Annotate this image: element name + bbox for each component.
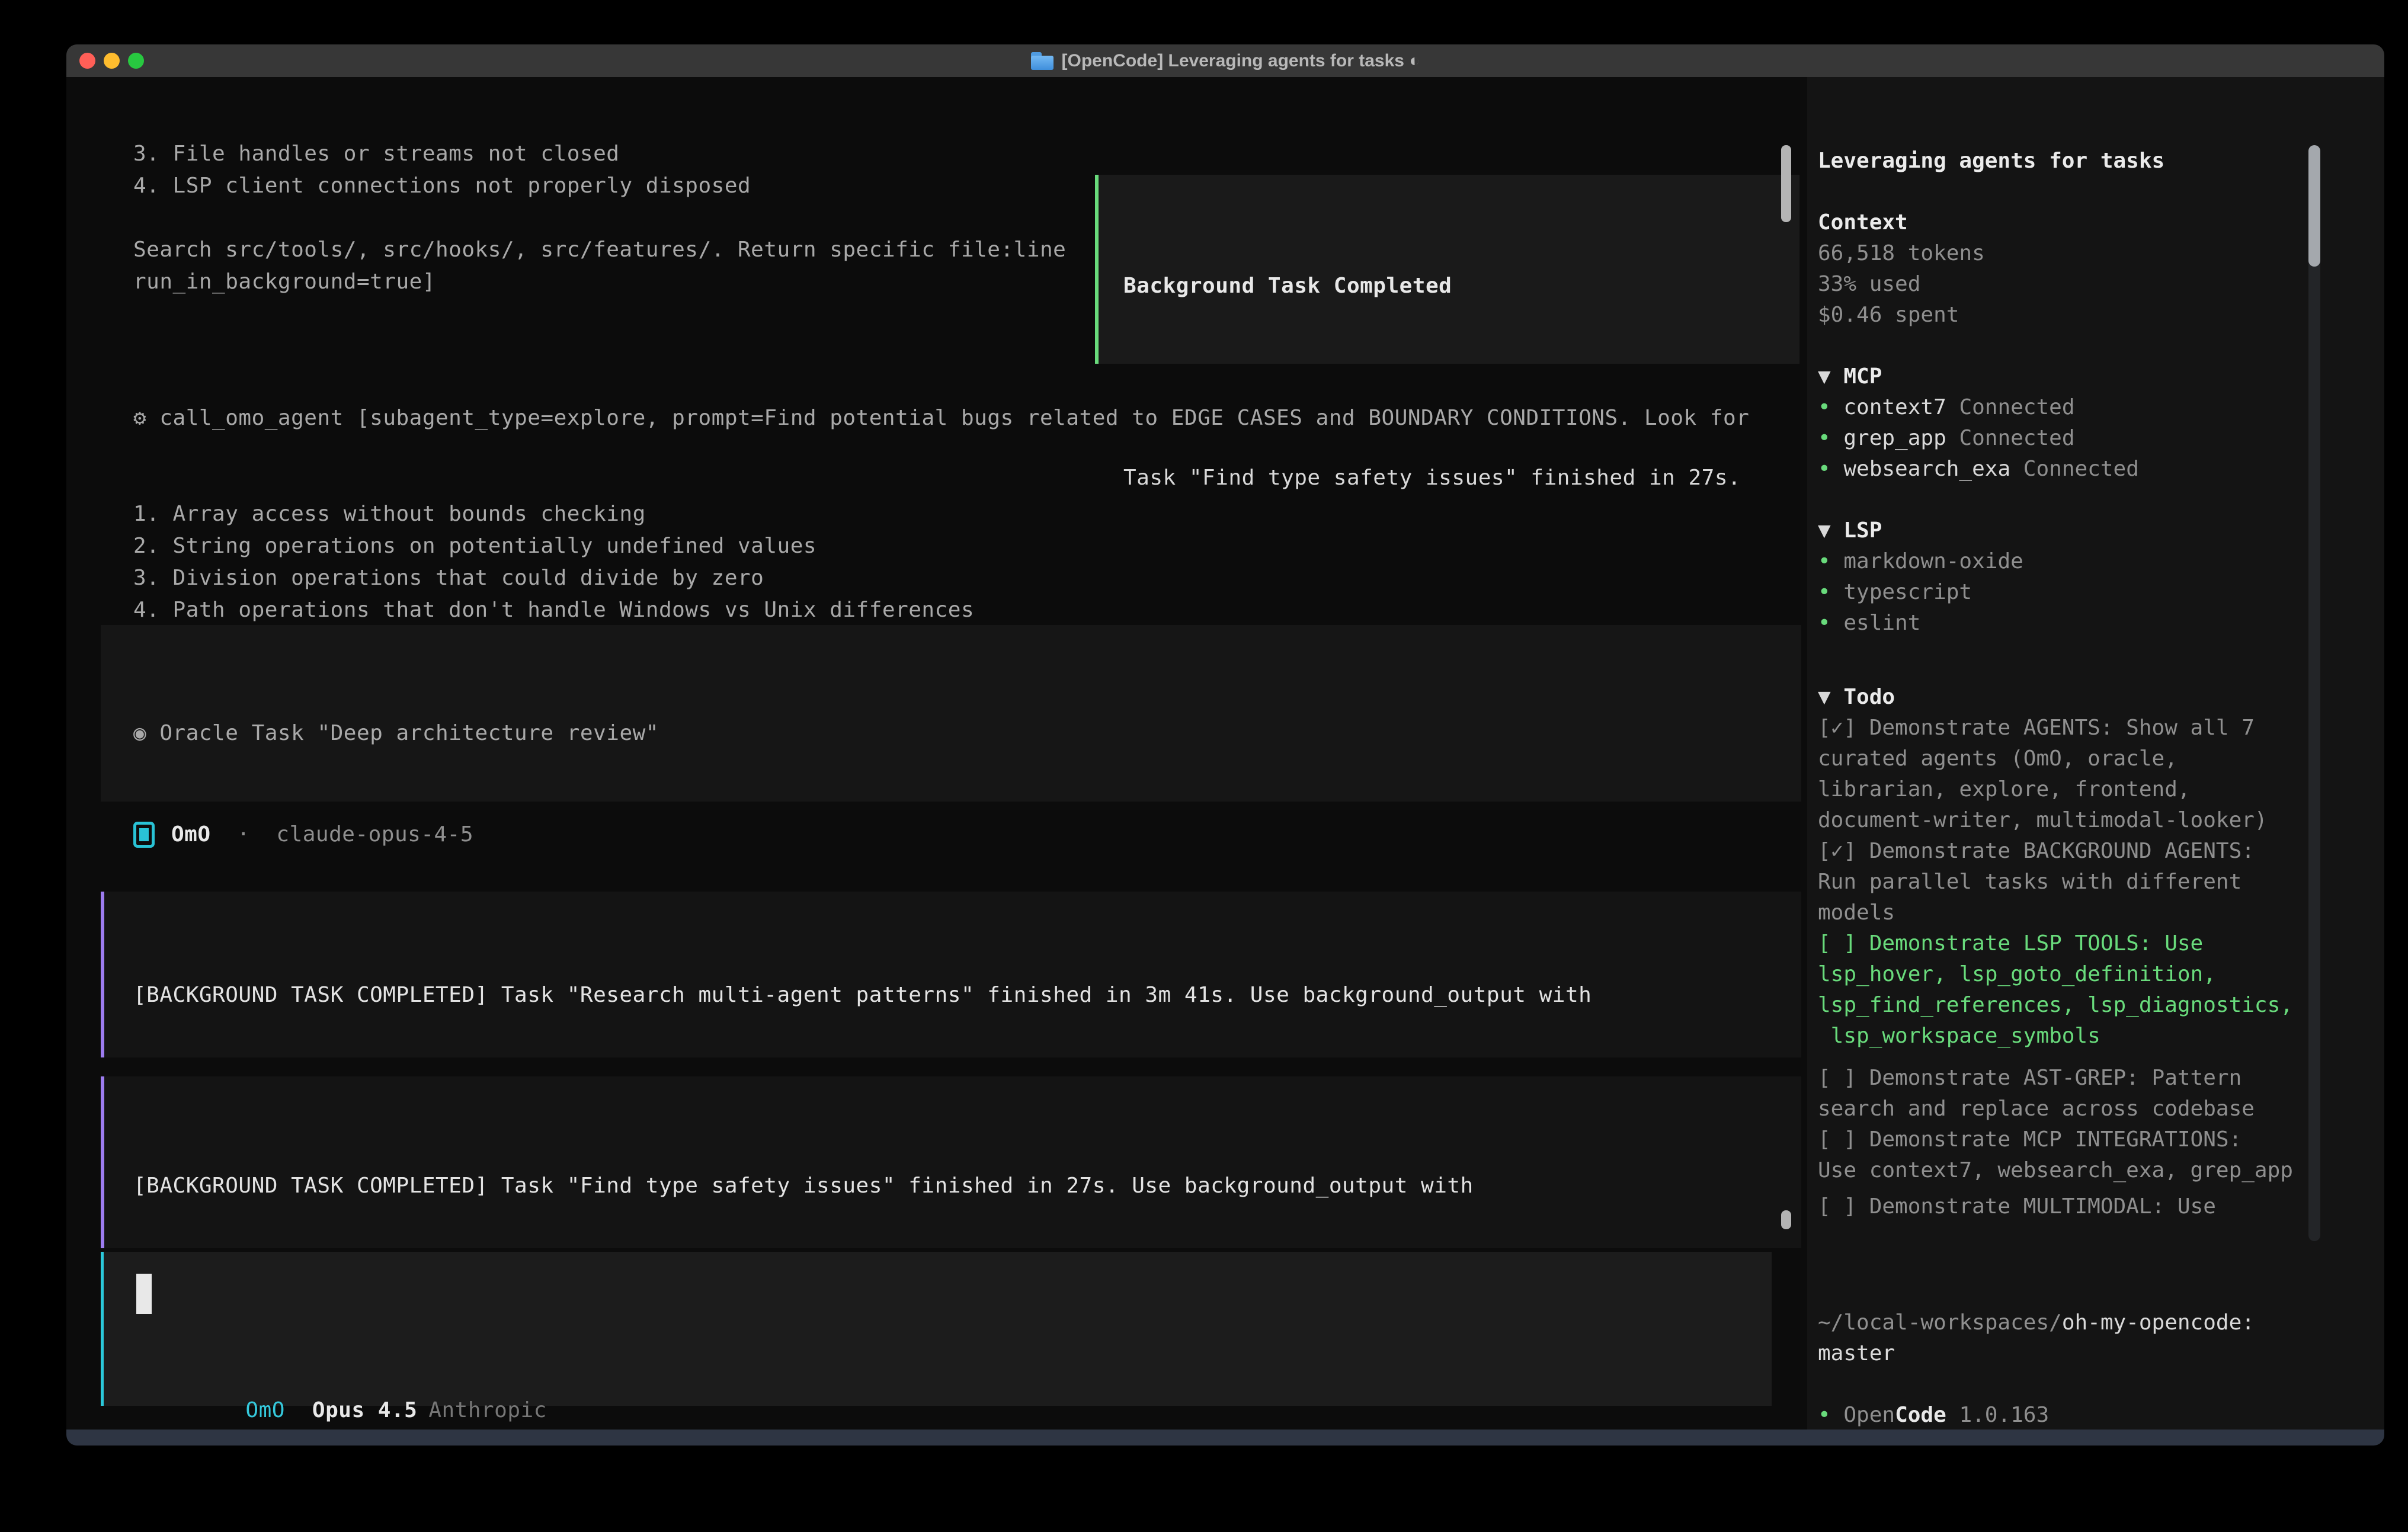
text-line [1818, 485, 2164, 515]
task-message-1: [BACKGROUND TASK COMPLETED] Task "Resear… [101, 892, 1801, 1057]
tool-call-head: call_omo_agent [subagent_type=explore, p… [146, 406, 1749, 430]
text-line [1818, 331, 2164, 361]
text-line: 4. Path operations that don't handle Win… [133, 594, 1749, 626]
scrollbar-thumb-bottom[interactable] [1781, 1210, 1791, 1229]
agent-header-row: OmO · claude-opus-4-5 [133, 819, 473, 851]
window-title: [OpenCode] Leveraging agents for tasks ◐ [1031, 51, 1420, 71]
task2-line1: [BACKGROUND TASK COMPLETED] Task "Find t… [133, 1174, 1474, 1198]
agent-name: OmO [171, 819, 211, 851]
scrollbar-thumb[interactable] [1781, 145, 1791, 222]
background-task-notification: Background Task Completed Task "Find typ… [1095, 175, 1799, 364]
text-line: [ ] Demonstrate MCP INTEGRATIONS: [1818, 1124, 2293, 1155]
sidebar-scrollbar-thumb[interactable] [2308, 145, 2320, 267]
text-line: Leveraging agents for tasks [1818, 146, 2164, 177]
text-line: [ ] Demonstrate AST-GREP: Pattern [1818, 1063, 2293, 1094]
text-line: 66,518 tokens [1818, 238, 2164, 269]
text-line: ▼ LSP [1818, 515, 2164, 546]
task1-line1: [BACKGROUND TASK COMPLETED] Task "Resear… [133, 983, 1592, 1007]
text-line: librarian, explore, frontend, [1818, 774, 2293, 805]
text-line: Use context7, websearch_exa, grep_app [1818, 1155, 2293, 1186]
oracle-task-box: ◉ Oracle Task "Deep architecture review"… [101, 625, 1801, 802]
zoom-button[interactable] [128, 53, 144, 69]
text-line: [✓] Demonstrate BACKGROUND AGENTS: [1818, 836, 2293, 867]
sidebar-todo: ▼ Todo[✓] Demonstrate AGENTS: Show all 7… [1818, 682, 2293, 1052]
text-line: • typescript [1818, 577, 2164, 608]
text-line: 3. File handles or streams not closed [133, 138, 1066, 170]
agent-separator: · [211, 819, 277, 851]
text-line: lsp_find_references, lsp_diagnostics, [1818, 990, 2293, 1021]
conversation-area: 3. File handles or streams not closed4. … [66, 77, 1807, 1430]
subagent-icon: ◉ [133, 721, 146, 745]
window-controls [79, 44, 144, 77]
text-line: ▼ Todo [1818, 682, 2293, 713]
text-line: [ ] Demonstrate MULTIMODAL: Use [1818, 1191, 2216, 1222]
text-line: lsp_hover, lsp_goto_definition, [1818, 959, 2293, 990]
text-line: document-writer, multimodal-looker) [1818, 805, 2293, 836]
text-line: [✓] Demonstrate AGENTS: Show all 7 [1818, 713, 2293, 743]
sidebar-todo-pending: [ ] Demonstrate AST-GREP: Patternsearch … [1818, 1063, 2293, 1186]
window-title-text: [OpenCode] Leveraging agents for tasks ◐ [1062, 51, 1420, 71]
text-line [1818, 1369, 2255, 1400]
text-line: master [1818, 1338, 2255, 1369]
text-line: 1. Array access without bounds checking [133, 498, 1749, 530]
folder-icon [1031, 52, 1054, 70]
text-line: Run parallel tasks with different [1818, 867, 2293, 898]
text-cursor [136, 1274, 152, 1314]
text-line: $0.46 spent [1818, 300, 2164, 331]
sidebar-scrollbar-track[interactable] [2308, 145, 2320, 1241]
text-line [133, 202, 1066, 234]
text-line: [ ] Demonstrate LSP TOOLS: Use [1818, 928, 2293, 959]
text-line: • websearch_exa Connected [1818, 454, 2164, 485]
text-line: 33% used [1818, 269, 2164, 300]
text-line: run_in_background=true] [133, 266, 1066, 298]
text-line: search and replace across codebase [1818, 1094, 2293, 1124]
close-button[interactable] [79, 53, 95, 69]
text-line: Context [1818, 207, 2164, 238]
text-line: 2. String operations on potentially unde… [133, 530, 1749, 562]
window-bottom-bar [66, 1430, 2384, 1446]
text-line [1818, 177, 2164, 207]
agent-model: claude-opus-4-5 [276, 819, 473, 851]
minimize-button[interactable] [104, 53, 120, 69]
text-line: lsp_workspace_symbols [1818, 1021, 2293, 1052]
text-line: curated agents (OmO, oracle, [1818, 743, 2293, 774]
text-line: ▼ MCP [1818, 361, 2164, 392]
text-line: • grep_app Connected [1818, 423, 2164, 454]
gear-icon: ⚙ [133, 406, 146, 430]
text-line: • OpenCode 1.0.163 [1818, 1400, 2255, 1431]
terminal-window: [OpenCode] Leveraging agents for tasks ◐… [66, 44, 2384, 1446]
text-line: 4. LSP client connections not properly d… [133, 170, 1066, 202]
text-line: • context7 Connected [1818, 392, 2164, 423]
task-message-2: [BACKGROUND TASK COMPLETED] Task "Find t… [101, 1076, 1801, 1248]
text-line: • eslint [1818, 608, 2164, 639]
text-line: ~/local-workspaces/oh-my-opencode: [1818, 1307, 2255, 1338]
text-line: models [1818, 898, 2293, 928]
text-line: • markdown-oxide [1818, 546, 2164, 577]
sidebar-info: Leveraging agents for tasks Context66,51… [1818, 146, 2164, 639]
message-text: 3. File handles or streams not closed4. … [133, 138, 1066, 298]
titlebar: [OpenCode] Leveraging agents for tasks ◐ [66, 44, 2384, 77]
notification-title: Background Task Completed [1123, 274, 1452, 298]
text-line: Search src/tools/, src/hooks/, src/featu… [133, 234, 1066, 266]
oracle-task-title: Oracle Task "Deep architecture review" [146, 721, 659, 745]
text-line: 3. Division operations that could divide… [133, 562, 1749, 594]
prompt-input[interactable]: OmOOpus 4.5Anthropic [101, 1252, 1772, 1406]
sidebar-todo-pending2: [ ] Demonstrate MULTIMODAL: Use [1818, 1191, 2216, 1222]
agent-icon [133, 822, 155, 848]
session-sidebar: Leveraging agents for tasks Context66,51… [1807, 77, 2384, 1430]
sidebar-workspace: ~/local-workspaces/oh-my-opencode:master… [1818, 1307, 2255, 1431]
